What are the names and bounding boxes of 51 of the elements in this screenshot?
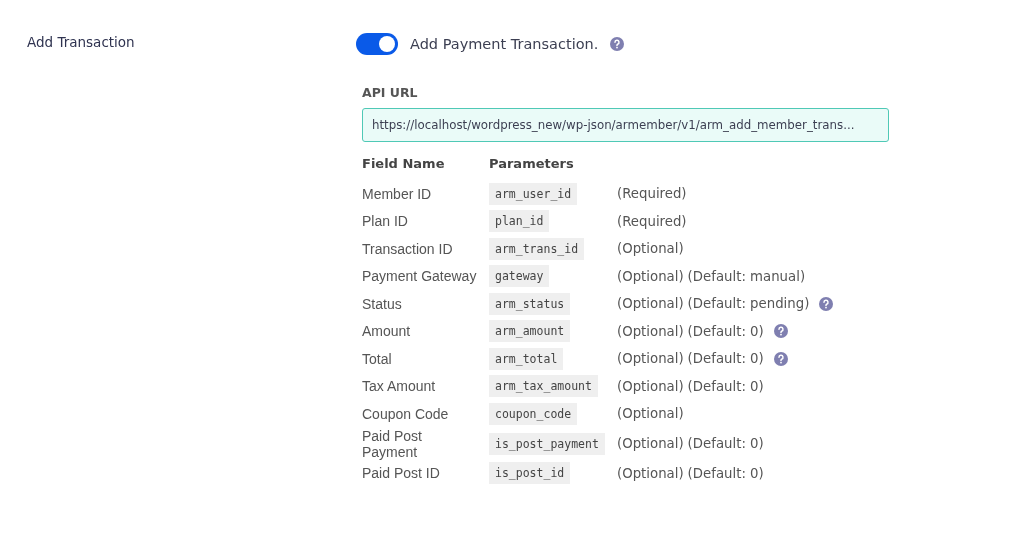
parameter-code: arm_tax_amount xyxy=(489,375,598,398)
parameter-code: plan_id xyxy=(489,210,550,233)
parameter-note: (Optional) xyxy=(617,406,684,422)
field-name: Total xyxy=(362,350,393,367)
parameter-code: is_post_payment xyxy=(489,432,605,455)
parameter-note: (Optional) xyxy=(617,296,684,312)
parameter-code: gateway xyxy=(489,265,550,288)
api-url-field[interactable]: https://localhost/wordpress_new/wp-json/armember/v1/arm_add_member_trans... xyxy=(362,108,889,142)
parameter-note: (Default: 0) xyxy=(687,351,764,367)
toggle-switch[interactable] xyxy=(356,33,398,55)
column-header: Field Name xyxy=(362,156,446,173)
column-header: Parameters xyxy=(489,156,575,173)
toggle-label: Add Payment Transaction. xyxy=(410,36,599,52)
parameter-note: (Default: 0) xyxy=(687,378,764,394)
parameter-note: (Optional) xyxy=(617,241,684,257)
parameter-note: (Optional) xyxy=(617,465,684,481)
section-label: Add Transaction xyxy=(27,33,136,52)
parameter-note: (Optional) xyxy=(617,378,684,394)
parameter-note: (Optional) xyxy=(617,268,684,284)
field-name: Amount xyxy=(362,323,412,340)
field-name: Status xyxy=(362,295,403,312)
parameter-code: arm_status xyxy=(489,292,571,315)
parameter-code: arm_user_id xyxy=(489,182,578,205)
help-icon[interactable] xyxy=(819,296,834,311)
parameter-note: (Required) xyxy=(617,186,687,202)
parameter-note: (Default: pending) xyxy=(687,296,810,312)
parameter-code: arm_amount xyxy=(489,320,571,343)
field-name: Tax Amount xyxy=(362,378,437,395)
help-icon[interactable] xyxy=(773,324,788,339)
parameter-note: (Optional) xyxy=(617,351,684,367)
field-name: Paid Post ID xyxy=(362,465,441,482)
field-name: Payment Gateway xyxy=(362,268,478,285)
parameter-code: arm_trans_id xyxy=(489,237,585,260)
help-icon[interactable] xyxy=(610,37,625,51)
parameter-note: (Optional) xyxy=(617,323,684,339)
api-url-label: API URL xyxy=(362,85,419,100)
parameter-note: (Default: 0) xyxy=(687,465,764,481)
parameter-code: arm_total xyxy=(489,347,564,370)
parameter-note: (Optional) xyxy=(617,436,684,451)
parameter-note: (Default: 0) xyxy=(687,323,764,339)
parameter-note: (Required) xyxy=(617,213,687,229)
parameter-code: coupon_code xyxy=(489,402,578,425)
parameter-note: (Default: manual) xyxy=(687,268,806,284)
parameter-note: (Default: 0) xyxy=(687,436,764,451)
field-name: Transaction ID xyxy=(362,240,454,257)
field-name: Member ID xyxy=(362,185,433,202)
field-name: Coupon Code xyxy=(362,405,450,422)
field-name: Plan ID xyxy=(362,213,409,230)
parameter-code: is_post_id xyxy=(489,462,571,485)
field-name: Paid Post Payment xyxy=(362,427,423,460)
help-icon[interactable] xyxy=(773,351,788,366)
